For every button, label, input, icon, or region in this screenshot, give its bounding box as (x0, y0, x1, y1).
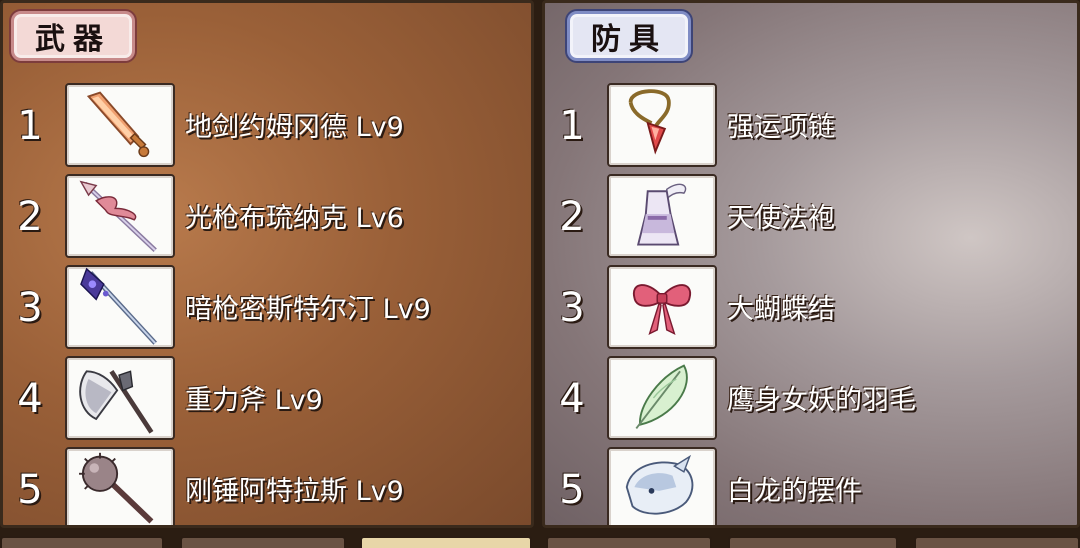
feather-icon[interactable] (607, 356, 717, 440)
armor-title: 防具 (567, 11, 691, 61)
armor-name: 天使法袍 (727, 203, 835, 234)
weapon-slot-3[interactable]: 3 暗枪密斯特尔汀 Lv9 (3, 265, 531, 351)
armor-name: 鹰身女妖的羽毛 (727, 385, 916, 416)
bottom-tab-strip (0, 536, 1080, 548)
armor-name: 大蝴蝶结 (727, 294, 835, 325)
necklace-icon[interactable] (607, 83, 717, 167)
weapon-name: 地剑约姆冈德 Lv9 (185, 112, 404, 143)
slot-number: 2 (17, 194, 43, 240)
white-dragon-icon[interactable] (607, 447, 717, 525)
light-spear-icon[interactable] (65, 174, 175, 258)
weapon-slot-1[interactable]: 1 地剑约姆冈德 Lv9 (3, 83, 531, 169)
slot-number: 3 (559, 285, 585, 331)
armor-slot-4[interactable]: 4 鹰身女妖的羽毛 (545, 356, 1077, 442)
slot-number: 4 (17, 376, 43, 422)
armor-slot-2[interactable]: 2 天使法袍 (545, 174, 1077, 260)
bottom-tab[interactable] (546, 536, 712, 548)
weapon-name: 刚锤阿特拉斯 Lv9 (185, 476, 404, 507)
armor-slot-5[interactable]: 5 白龙的摆件 (545, 447, 1077, 525)
armor-slot-3[interactable]: 3 大蝴蝶结 (545, 265, 1077, 351)
weapon-name: 暗枪密斯特尔汀 Lv9 (185, 294, 431, 325)
weapons-panel: 武器 1 地剑约姆冈德 Lv9 2 光枪布琉纳克 Lv6 3 暗枪密斯特尔汀 L… (0, 0, 534, 528)
armor-name: 强运项链 (727, 112, 835, 143)
sword-icon[interactable] (65, 83, 175, 167)
ribbon-icon[interactable] (607, 265, 717, 349)
weapon-slot-4[interactable]: 4 重力斧 Lv9 (3, 356, 531, 442)
slot-number: 1 (17, 103, 43, 149)
weapons-title: 武器 (11, 11, 135, 61)
slot-number: 2 (559, 194, 585, 240)
slot-number: 3 (17, 285, 43, 331)
weapon-slot-5[interactable]: 5 刚锤阿特拉斯 Lv9 (3, 447, 531, 525)
bottom-tab-selected[interactable] (360, 536, 532, 548)
slot-number: 1 (559, 103, 585, 149)
weapon-name: 重力斧 Lv9 (185, 385, 323, 416)
axe-icon[interactable] (65, 356, 175, 440)
bottom-tab[interactable] (180, 536, 346, 548)
slot-number: 5 (559, 467, 585, 513)
slot-number: 5 (17, 467, 43, 513)
bottom-tab[interactable] (728, 536, 898, 548)
armor-slot-1[interactable]: 1 强运项链 (545, 83, 1077, 169)
weapon-name: 光枪布琉纳克 Lv6 (185, 203, 404, 234)
weapon-slot-2[interactable]: 2 光枪布琉纳克 Lv6 (3, 174, 531, 260)
slot-number: 4 (559, 376, 585, 422)
armor-panel: 防具 1 强运项链 2 天使法袍 3 大蝴蝶结 4 鹰身女妖的羽毛 5 白龙的摆… (542, 0, 1080, 528)
bottom-tab[interactable] (0, 536, 164, 548)
armor-name: 白龙的摆件 (727, 476, 862, 507)
mace-icon[interactable] (65, 447, 175, 525)
bottom-tab[interactable] (914, 536, 1080, 548)
angel-robe-icon[interactable] (607, 174, 717, 258)
dark-spear-icon[interactable] (65, 265, 175, 349)
